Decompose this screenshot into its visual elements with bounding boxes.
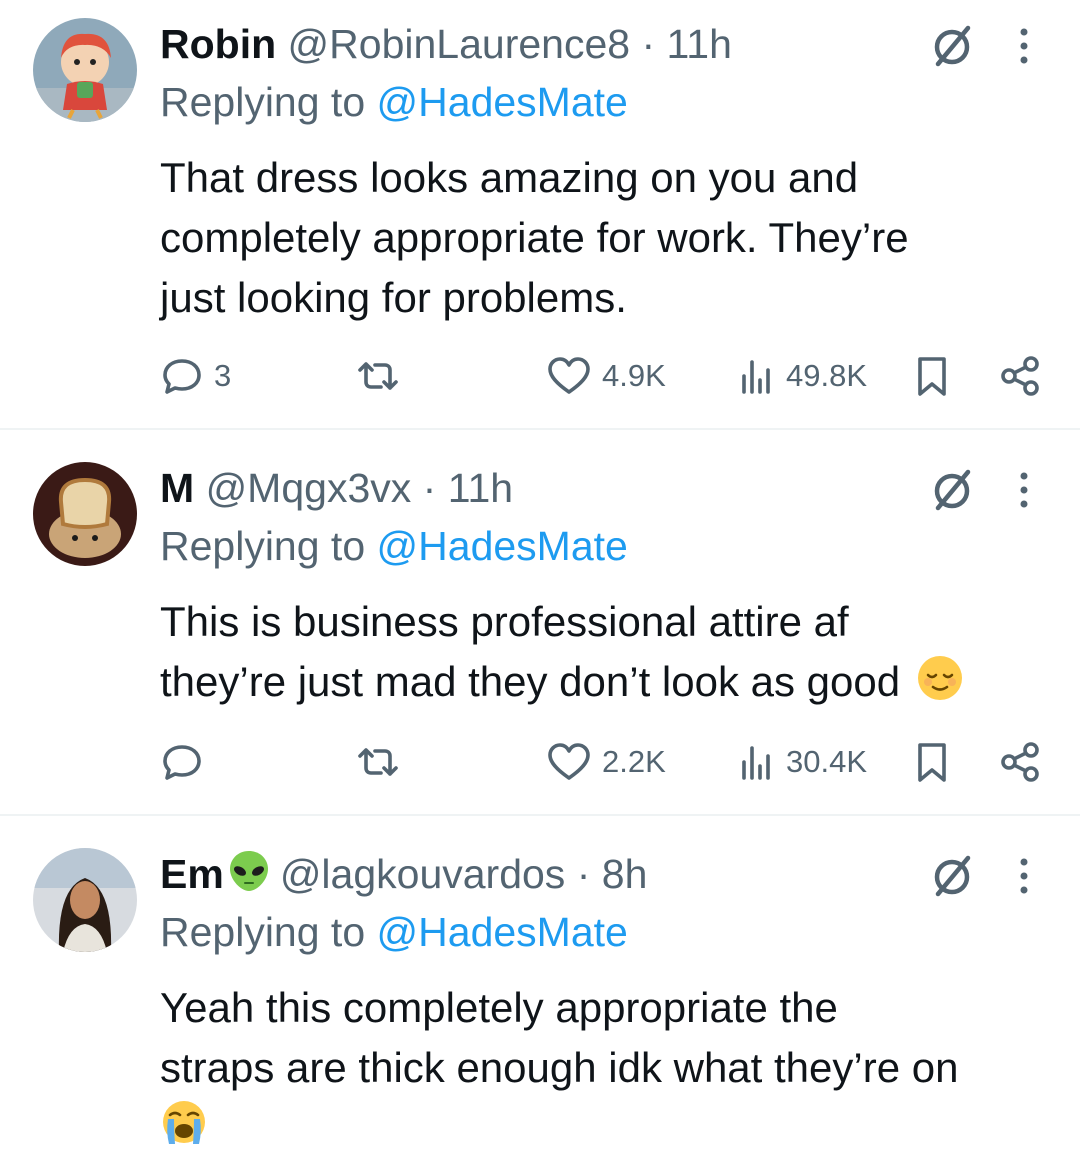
retweet-button[interactable] bbox=[354, 734, 402, 790]
divider bbox=[0, 814, 1080, 816]
relieved-face-emoji bbox=[916, 654, 964, 718]
action-bar: 3 4.9K 49.8K bbox=[0, 348, 1080, 404]
tweet-text-line: just looking for problems. bbox=[160, 274, 627, 321]
divider bbox=[0, 428, 1080, 430]
timestamp[interactable]: 11h bbox=[667, 21, 732, 67]
retweet-button[interactable] bbox=[354, 348, 402, 404]
display-name[interactable]: Robin bbox=[160, 21, 276, 67]
more-options-icon[interactable] bbox=[1004, 462, 1044, 518]
share-button[interactable] bbox=[998, 348, 1044, 404]
replying-prefix: Replying to bbox=[160, 909, 366, 955]
view-count: 49.8K bbox=[786, 358, 868, 393]
display-name[interactable]: M bbox=[160, 465, 194, 511]
reply-button[interactable]: 3 bbox=[160, 348, 231, 404]
retweet-icon bbox=[358, 362, 398, 390]
replying-to: Replying to @HadesMate bbox=[160, 906, 628, 958]
display-name[interactable]: Em bbox=[160, 851, 224, 897]
more-options-icon[interactable] bbox=[1004, 848, 1044, 904]
reply-icon bbox=[163, 745, 201, 780]
like-count: 2.2K bbox=[602, 744, 666, 779]
replying-prefix: Replying to bbox=[160, 79, 366, 125]
view-count: 30.4K bbox=[786, 744, 868, 779]
reply-button[interactable] bbox=[160, 734, 204, 790]
retweet-icon bbox=[358, 748, 398, 776]
tweet-text: This is business professional attire af … bbox=[160, 592, 1060, 718]
views-button[interactable]: 30.4K bbox=[736, 734, 867, 790]
replying-prefix: Replying to bbox=[160, 523, 366, 569]
reply-count: 3 bbox=[214, 358, 232, 393]
tweet-text-line: they’re just mad they don’t look as good bbox=[160, 658, 901, 705]
views-icon bbox=[742, 746, 770, 780]
views-button[interactable]: 49.8K bbox=[736, 348, 867, 404]
share-icon bbox=[1001, 742, 1039, 782]
bookmark-icon bbox=[918, 743, 946, 782]
bookmark-button[interactable] bbox=[912, 348, 952, 404]
avatar[interactable] bbox=[33, 18, 137, 122]
mention-link[interactable]: @HadesMate bbox=[377, 909, 628, 955]
tweet-text-line: Yeah this completely appropriate the bbox=[160, 984, 838, 1031]
avatar[interactable] bbox=[33, 462, 137, 566]
tweet-text: Yeah this completely appropriate the str… bbox=[160, 978, 1060, 1158]
avatar[interactable] bbox=[33, 848, 137, 952]
more-options-icon[interactable] bbox=[1004, 18, 1044, 74]
like-count: 4.9K bbox=[602, 358, 666, 393]
tweet-header: Em @lagkouvardos · 8h bbox=[160, 848, 647, 900]
like-button[interactable]: 2.2K bbox=[546, 734, 666, 790]
replying-to: Replying to @HadesMate bbox=[160, 520, 628, 572]
views-icon bbox=[742, 360, 770, 394]
heart-icon bbox=[548, 743, 590, 780]
loudly-crying-face-emoji bbox=[160, 1098, 208, 1162]
mention-link[interactable]: @HadesMate bbox=[377, 523, 628, 569]
user-handle[interactable]: @RobinLaurence8 bbox=[288, 21, 631, 67]
separator-dot: · bbox=[576, 851, 591, 897]
tweet-text-line: That dress looks amazing on you and bbox=[160, 154, 859, 201]
tweet-text-line: straps are thick enough idk what they’re… bbox=[160, 1044, 959, 1091]
heart-icon bbox=[548, 357, 590, 394]
share-button[interactable] bbox=[998, 734, 1044, 790]
timestamp[interactable]: 8h bbox=[602, 851, 648, 897]
bookmark-icon bbox=[918, 357, 946, 396]
tweet-header: Robin @RobinLaurence8 · 11h bbox=[160, 18, 732, 70]
tweet-text-line: completely appropriate for work. They’re bbox=[160, 214, 909, 261]
reply-icon bbox=[163, 359, 201, 394]
timestamp[interactable]: 11h bbox=[448, 465, 513, 511]
grok-icon[interactable] bbox=[924, 18, 980, 74]
grok-icon[interactable] bbox=[924, 462, 980, 518]
replying-to: Replying to @HadesMate bbox=[160, 76, 628, 128]
like-button[interactable]: 4.9K bbox=[546, 348, 666, 404]
grok-icon[interactable] bbox=[924, 848, 980, 904]
alien-emoji bbox=[226, 848, 272, 906]
separator-dot: · bbox=[422, 465, 437, 511]
user-handle[interactable]: @lagkouvardos bbox=[280, 851, 566, 897]
user-handle[interactable]: @Mqgx3vx bbox=[206, 465, 412, 511]
action-bar: 2.2K 30.4K bbox=[0, 734, 1080, 790]
tweet-header: M @Mqgx3vx · 11h bbox=[160, 462, 513, 514]
mention-link[interactable]: @HadesMate bbox=[377, 79, 628, 125]
tweet-text: That dress looks amazing on you and comp… bbox=[160, 148, 1060, 328]
separator-dot: · bbox=[641, 21, 656, 67]
share-icon bbox=[1001, 356, 1039, 396]
bookmark-button[interactable] bbox=[912, 734, 952, 790]
tweet-text-line: This is business professional attire af bbox=[160, 598, 849, 645]
